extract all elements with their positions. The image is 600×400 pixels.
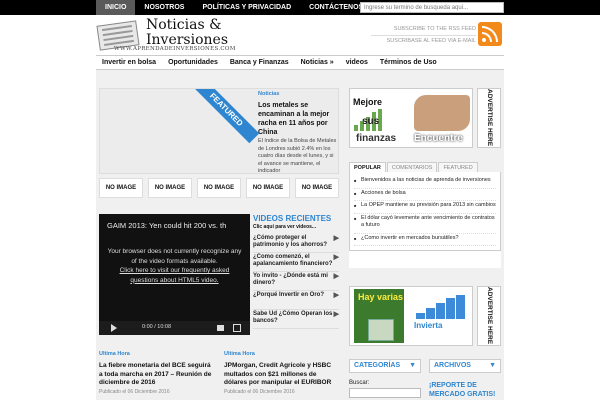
list-item[interactable]: ¿Como invertir en mercados bursátiles?: [354, 234, 496, 246]
chevron-down-icon: ▼: [489, 362, 496, 369]
topnav-nosotros[interactable]: NOSOTROS: [135, 0, 193, 15]
ad-text: Invierta: [414, 321, 443, 330]
tab-bar: POPULAR COMENTARIOS FEATURED: [349, 162, 501, 172]
content-area: FEATURED Noticias Los metales se encamin…: [96, 70, 504, 400]
top-nav: INICIO NOSOTROS POLÍTICAS Y PRIVACIDAD C…: [96, 0, 372, 15]
thumbnail[interactable]: NO IMAGE: [148, 178, 192, 198]
logo-line1: Noticias &: [146, 17, 222, 33]
advertise-here[interactable]: ADVERTISE HERE: [477, 88, 501, 148]
list-item[interactable]: Bienvenidos a las noticias de aprenda de…: [354, 176, 496, 189]
thumbnail-row: NO IMAGE NO IMAGE NO IMAGE NO IMAGE NO I…: [99, 178, 339, 198]
featured-post[interactable]: FEATURED Noticias Los metales se encamin…: [99, 88, 339, 174]
volume-icon[interactable]: [217, 325, 224, 331]
nav-oportunidades[interactable]: Oportunidades: [162, 56, 224, 69]
video-icon: ▶: [333, 311, 339, 318]
thumbnail[interactable]: NO IMAGE: [99, 178, 143, 198]
nav-invertir[interactable]: Invertir en bolsa: [96, 56, 162, 69]
nav-noticias[interactable]: Noticias »: [295, 56, 340, 69]
video-item[interactable]: ¿Porqué Invertir en Oro? ▶: [253, 291, 339, 310]
video-time: 0:00 / 10:08: [142, 324, 172, 330]
play-icon[interactable]: [111, 324, 117, 332]
popular-list: Bienvenidos a las noticias de aprenda de…: [349, 172, 501, 251]
news-item: Ultima Hora JPMorgan, Credit Agricole y …: [224, 351, 340, 395]
nav-banca[interactable]: Banca y Finanzas: [224, 56, 295, 69]
video-item[interactable]: ¿Como comenzó, el apalancamiento financi…: [253, 253, 339, 272]
fullscreen-icon[interactable]: [233, 324, 241, 332]
news-title[interactable]: La fiebre monetaria del BCE seguirá a to…: [99, 362, 215, 388]
news-category[interactable]: Ultima Hora: [224, 351, 340, 357]
rss-icon[interactable]: [478, 22, 502, 46]
tab-featured[interactable]: FEATURED: [438, 162, 478, 172]
topnav-politicas[interactable]: POLÍTICAS Y PRIVACIDAD: [193, 0, 300, 15]
thumbnail[interactable]: NO IMAGE: [295, 178, 339, 198]
tab-comentarios[interactable]: COMENTARIOS: [386, 162, 438, 172]
video-item[interactable]: ¿Cómo proteger el patrimonio y los ahorr…: [253, 234, 339, 253]
featured-category[interactable]: Noticias: [258, 91, 279, 97]
video-icon: ▶: [333, 235, 339, 242]
topnav-inicio[interactable]: INICIO: [96, 0, 136, 15]
handshake-icon: [414, 95, 470, 131]
ad-text: sus: [362, 116, 380, 127]
archivos-dropdown[interactable]: ARCHIVOS ▼: [429, 359, 501, 373]
site-logo[interactable]: Noticias & Inversiones WWW.APRENDADEINVE…: [96, 15, 256, 55]
thumbnail[interactable]: NO IMAGE: [197, 178, 241, 198]
nav-terminos[interactable]: Términos de Uso: [374, 56, 443, 69]
advertise-here[interactable]: ADVERTISE HERE: [477, 286, 501, 346]
top-bar: INICIO NOSOTROS POLÍTICAS Y PRIVACIDAD C…: [0, 0, 600, 15]
news-item: Ultima Hora La fiebre monetaria del BCE …: [99, 351, 215, 395]
video-player[interactable]: GAIM 2013: Yen could hit 200 vs. th Your…: [99, 214, 250, 335]
ad-text: Mejore: [353, 97, 383, 107]
header: Noticias & Inversiones WWW.APRENDADEINVE…: [96, 15, 504, 55]
money-icon: [368, 319, 394, 341]
ad-text: finanzas: [356, 133, 397, 144]
ad-banner-finanzas[interactable]: Mejore sus finanzas Encuentre: [349, 88, 473, 148]
video-item[interactable]: Yo invito - ¿Dónde está mi dinero? ▶: [253, 272, 339, 291]
news-category[interactable]: Ultima Hora: [99, 351, 215, 357]
recent-videos: VIDEOS RECIENTES Clic aquí para ver vide…: [253, 214, 339, 335]
list-item[interactable]: El dólar cayó levemente ante vencimiento…: [354, 214, 496, 234]
logo-url: WWW.APRENDADEINVERSIONES.COM: [114, 46, 236, 52]
list-item[interactable]: Acciones de bolsa: [354, 189, 496, 201]
tab-popular[interactable]: POPULAR: [349, 162, 386, 172]
ad-text: Encuentre: [414, 133, 463, 144]
featured-excerpt: El índice de la Bolsa de Metales de Lond…: [258, 138, 337, 174]
video-title: GAIM 2013: Yen could hit 200 vs. th: [107, 221, 227, 230]
search-input[interactable]: Ingrese su termino de busqueda aqui...: [360, 2, 504, 13]
video-icon: ▶: [333, 292, 339, 299]
video-item[interactable]: Sabe Ud ¿Cómo Operan los bancos? ▶: [253, 310, 339, 329]
videos-heading: VIDEOS RECIENTES: [253, 214, 332, 223]
categorias-dropdown[interactable]: CATEGORÍAS ▼: [349, 359, 421, 373]
buscar-label: Buscar:: [349, 380, 370, 386]
video-icon: ▶: [333, 273, 339, 280]
main-nav: Invertir en bolsa Oportunidades Banca y …: [96, 55, 504, 70]
popular-tabs: POPULAR COMENTARIOS FEATURED Bienvenidos…: [349, 162, 501, 268]
news-meta: Publicado el 06 Diciembre 2016: [99, 388, 170, 395]
email-subscribe-link[interactable]: SUSCRIBASE AL FEED VIA E-MAIL: [371, 37, 476, 46]
rss-links: SUBSCRIBE TO THE RSS FEED SUSCRIBASE AL …: [371, 25, 476, 46]
chevron-down-icon: ▼: [409, 362, 416, 369]
news-title[interactable]: JPMorgan, Credit Agricole y HSBC multado…: [224, 362, 340, 388]
video-message: Your browser does not currently recogniz…: [107, 248, 242, 284]
nav-videos[interactable]: videos: [340, 56, 374, 69]
featured-ribbon: FEATURED: [192, 89, 260, 144]
ad-image: Hay varias: [354, 289, 404, 343]
videos-link[interactable]: Clic aquí para ver videos...: [253, 224, 339, 230]
video-faq-link[interactable]: Click here to visit our frequently asked…: [120, 267, 230, 284]
reporte-link[interactable]: ¡REPORTE DE MERCADO GRATIS!: [429, 381, 501, 399]
list-item[interactable]: La OPEP mantiene su previsión para 2013 …: [354, 201, 496, 214]
rss-subscribe-link[interactable]: SUBSCRIBE TO THE RSS FEED: [371, 25, 476, 34]
video-icon: ▶: [333, 254, 339, 261]
news-meta: Publicado el 06 Diciembre 2016: [224, 388, 295, 395]
sidebar-search-input[interactable]: [349, 388, 421, 398]
stairs-icon: [416, 295, 466, 319]
ad-banner-invierta[interactable]: Hay varias Invierta: [349, 286, 473, 346]
thumbnail[interactable]: NO IMAGE: [246, 178, 290, 198]
video-controls: 0:00 / 10:08: [99, 321, 250, 335]
featured-title[interactable]: Los metales se encaminan a la mejor rach…: [258, 101, 336, 137]
